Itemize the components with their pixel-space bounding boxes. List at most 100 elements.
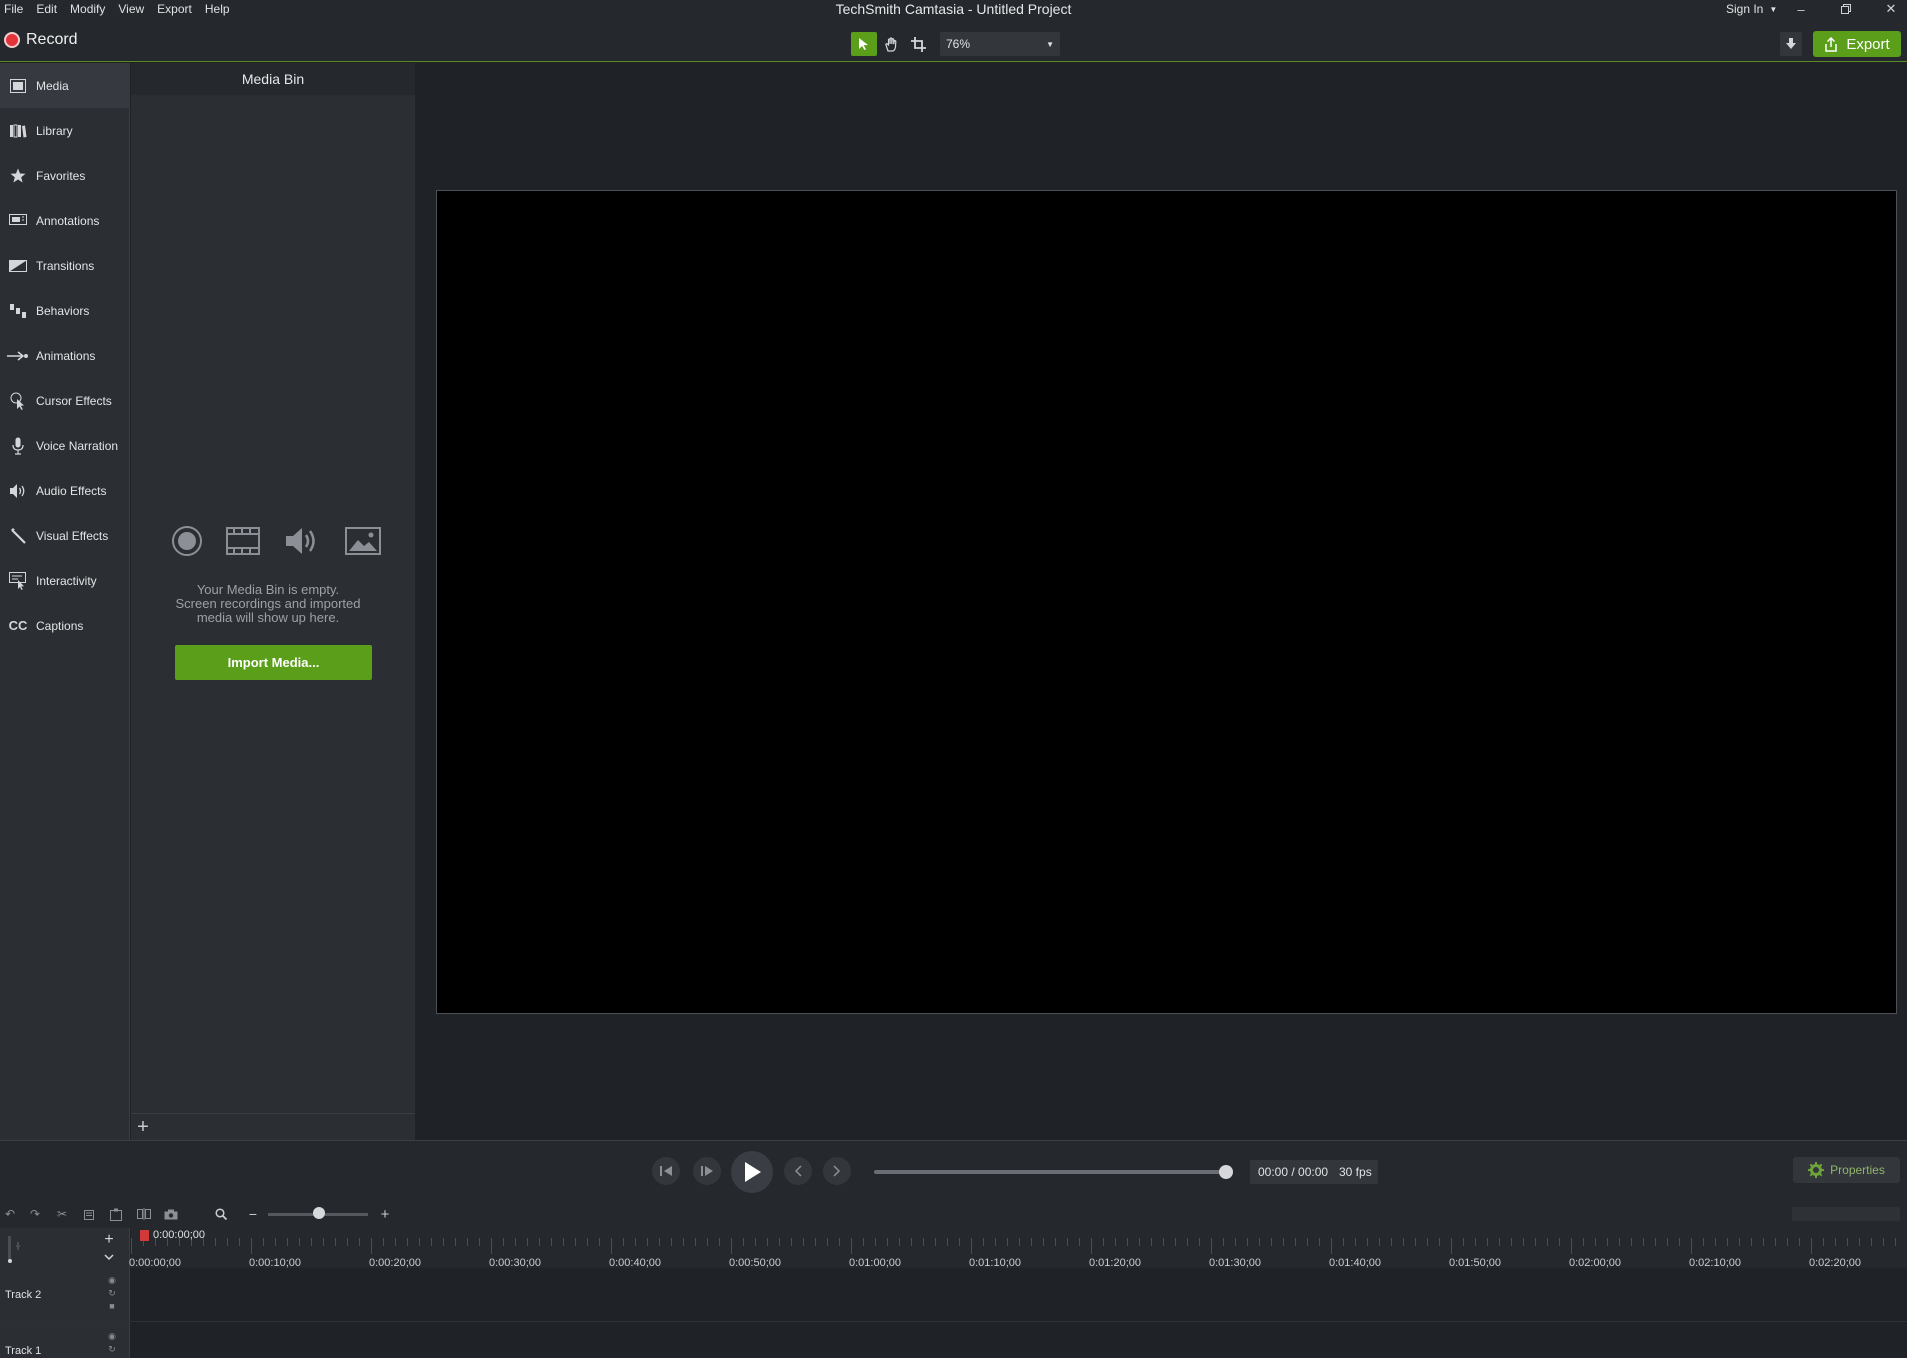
next-marker-button[interactable] [823,1157,851,1185]
properties-label: Properties [1830,1163,1885,1177]
ruler-tick [407,1238,408,1246]
sidebar-item-label: Media [36,78,69,93]
ruler-tick [251,1238,252,1254]
media-bin-panel: Media Bin Your Media Bin is empty. Scree… [131,63,415,1140]
ruler-tick [1595,1238,1596,1246]
scrub-handle[interactable] [1219,1165,1233,1179]
menu-export[interactable]: Export [157,0,192,18]
ruler-tick [1295,1238,1296,1246]
window-title: TechSmith Camtasia - Untitled Project [835,1,1072,17]
previous-marker-button[interactable] [784,1157,812,1185]
sidebar-item-behaviors[interactable]: Behaviors [0,288,130,333]
playhead-time: 0:00:00;00 [153,1229,205,1241]
plus-icon: + [380,1205,390,1223]
copy-button[interactable] [81,1206,99,1222]
ruler-tick [1115,1238,1116,1246]
track-link-icon[interactable]: ↻ [106,1344,118,1355]
track-visibility-icon[interactable]: ◉ [106,1275,118,1286]
timeline-zoom-handle[interactable] [313,1207,325,1219]
import-media-button[interactable]: Import Media... [175,645,372,680]
star-icon [0,168,36,183]
play-button[interactable] [731,1151,773,1193]
track-row-2[interactable]: Track 2 ◉ ↻ ■ [0,1268,1907,1322]
sidebar-item-voice-narration[interactable]: Voice Narration [0,423,130,468]
ruler-tick [1439,1238,1440,1246]
ruler-tick [431,1238,432,1246]
sign-in-button[interactable]: Sign In ▼ [1726,2,1777,16]
restore-button[interactable] [1826,0,1866,18]
menu-modify[interactable]: Modify [70,0,105,18]
chevron-down-icon: ▼ [1046,39,1054,49]
close-button[interactable]: ✕ [1871,0,1907,18]
sidebar-item-visual-effects[interactable]: Visual Effects [0,513,130,558]
step-back-button[interactable] [652,1157,680,1185]
ruler-tick [1487,1238,1488,1246]
ruler-tick [443,1238,444,1246]
snapshot-button[interactable] [162,1206,180,1222]
ruler-tick [587,1238,588,1246]
collapse-tracks-button[interactable] [100,1250,118,1264]
ruler-tick [1031,1238,1032,1246]
chevron-left-icon [794,1165,802,1177]
magnetic-track-icon[interactable] [6,1234,26,1264]
preview-canvas[interactable] [436,190,1897,1014]
ruler-tick [791,1238,792,1246]
ruler-tick [1535,1238,1536,1246]
cut-button[interactable]: ✂ [53,1206,71,1222]
record-button[interactable]: Record [4,31,78,49]
crop-tool-button[interactable] [905,32,931,56]
paste-button[interactable] [107,1206,125,1222]
undo-button[interactable]: ↶ [1,1206,19,1222]
ruler-tick [659,1238,660,1246]
sidebar-item-favorites[interactable]: Favorites [0,153,130,198]
timeline-scroll-bar[interactable] [1792,1207,1900,1221]
empty-message-line: Your Media Bin is empty. [196,582,340,597]
menu-edit[interactable]: Edit [36,0,57,18]
ruler-tick [491,1238,492,1254]
ruler-tick [1091,1238,1092,1254]
ruler-tick [263,1238,264,1246]
timeline-ruler[interactable]: 0:00:00;00 0:00:10;00 0:00:20;00 0:00:30… [129,1228,1907,1269]
sidebar-item-cursor-effects[interactable]: Cursor Effects [0,378,130,423]
ruler-tick [1223,1238,1224,1246]
divider [131,1113,415,1114]
behaviors-icon [0,303,36,319]
redo-button[interactable]: ↷ [26,1206,44,1222]
sidebar-item-audio-effects[interactable]: Audio Effects [0,468,130,513]
sidebar-item-annotations[interactable]: Annotations [0,198,130,243]
add-track-button[interactable]: + [100,1231,118,1248]
sidebar-item-animations[interactable]: Animations [0,333,130,378]
sidebar-item-interactivity[interactable]: Interactivity [0,558,130,603]
playhead-handle[interactable] [140,1230,149,1241]
track-visibility-icon[interactable]: ◉ [106,1331,118,1342]
zoom-in-button[interactable]: + [376,1205,394,1223]
zoom-fit-button[interactable] [212,1206,230,1222]
select-tool-button[interactable] [851,32,877,56]
split-button[interactable] [135,1206,153,1222]
track-link-icon[interactable]: ↻ [106,1288,118,1299]
arrow-cursor-icon [859,38,868,50]
sidebar-item-transitions[interactable]: Transitions [0,243,130,288]
minimize-button[interactable]: – [1781,0,1821,18]
fps-readout: 30 fps [1333,1160,1378,1184]
scrub-bar[interactable] [874,1170,1226,1174]
export-button[interactable]: Export [1813,31,1901,57]
sidebar-item-captions[interactable]: CC Captions [0,603,130,648]
properties-button[interactable]: Properties [1793,1157,1900,1183]
ruler-tick [1859,1238,1860,1246]
step-forward-button[interactable] [693,1157,721,1185]
add-bin-button[interactable]: + [133,1116,153,1138]
pan-tool-button[interactable] [878,32,904,56]
track-lock-icon[interactable]: ■ [106,1301,118,1312]
zoom-dropdown[interactable]: 76% ▼ [940,32,1060,56]
sidebar-item-media[interactable]: Media [0,63,130,108]
ruler-tick [1235,1238,1236,1246]
menu-file[interactable]: File [4,0,23,18]
ruler-tick [1679,1238,1680,1246]
menu-view[interactable]: View [118,0,144,18]
zoom-out-button[interactable]: − [244,1206,262,1222]
track-row-1[interactable]: Track 1 ◉ ↻ [0,1323,1907,1358]
sidebar-item-library[interactable]: Library [0,108,130,153]
download-button[interactable] [1780,32,1802,56]
menu-help[interactable]: Help [205,0,230,18]
